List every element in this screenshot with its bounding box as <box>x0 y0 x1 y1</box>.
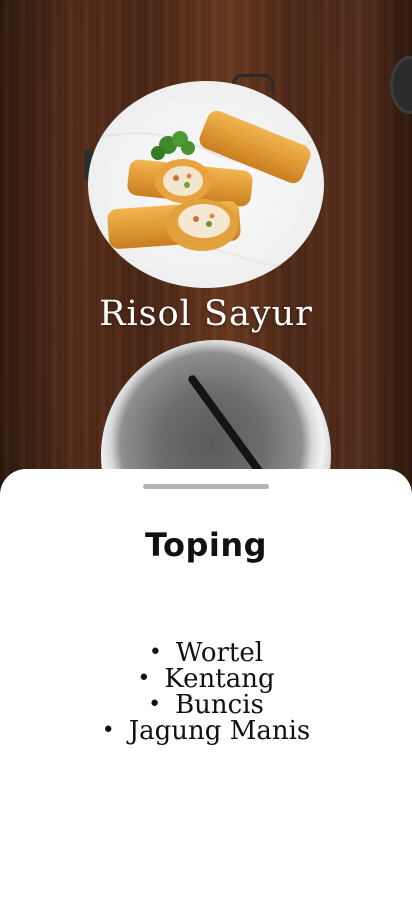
dish-photo <box>88 81 324 288</box>
bullet-icon: • <box>148 692 162 717</box>
sheet-title: Toping <box>144 526 268 564</box>
bottom-sheet[interactable]: Toping • Wortel • Kentang • Buncis • Jagung … <box>0 469 412 917</box>
list-item: • Jagung Manis <box>0 718 412 744</box>
bullet-icon: • <box>148 640 162 665</box>
spring-rolls-illustration <box>88 110 324 267</box>
topping-list: • Wortel • Kentang • Buncis • Jagung Manis <box>0 640 412 744</box>
list-item: • Buncis <box>0 692 412 718</box>
dish-title: Risol Sayur <box>99 294 313 334</box>
list-item: • Wortel <box>0 640 412 666</box>
topping-label: Jagung Manis <box>128 716 311 746</box>
bullet-icon: • <box>137 666 151 691</box>
list-item: • Kentang <box>0 666 412 692</box>
drag-handle[interactable] <box>143 484 269 489</box>
bullet-icon: • <box>101 718 115 743</box>
background-cup <box>390 56 412 114</box>
app-screen: Risol Sayur Toping • Wortel • Kentang • Bun… <box>0 0 412 917</box>
